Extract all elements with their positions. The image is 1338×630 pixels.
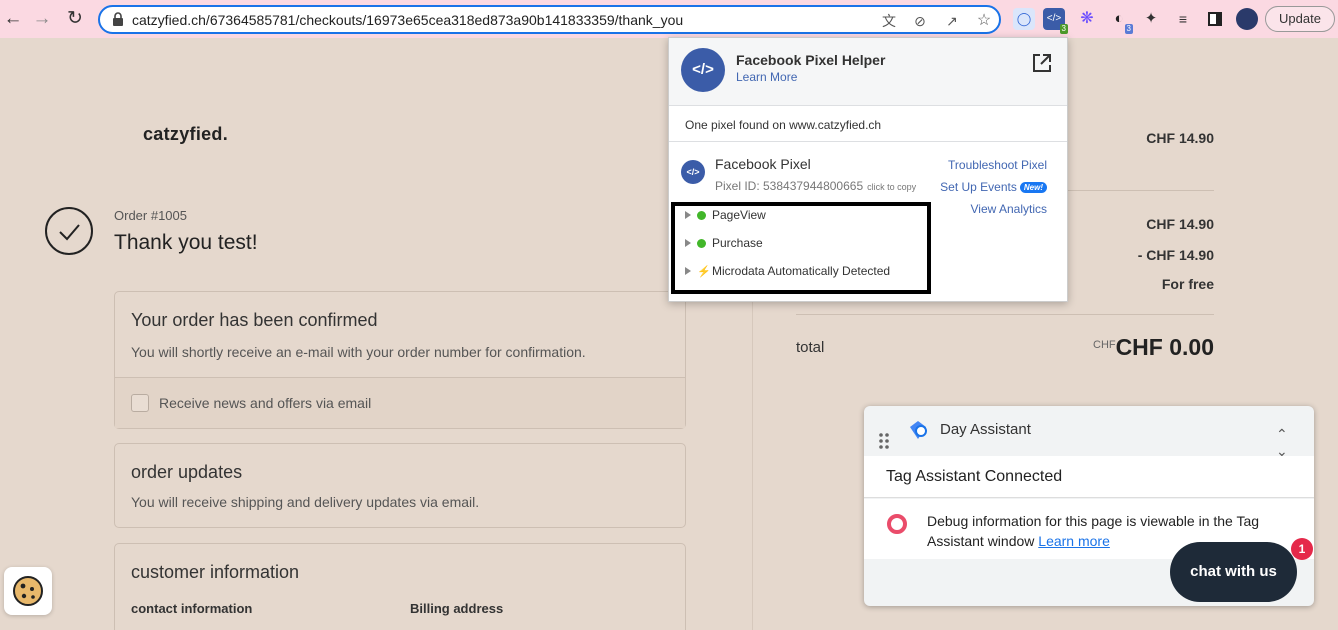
expand-arrow-icon[interactable] bbox=[685, 211, 691, 219]
order-confirmed-box: Your order has been confirmed You will s… bbox=[114, 291, 686, 429]
debug-ring-icon bbox=[887, 514, 907, 534]
puzzle-icon[interactable]: ✦ bbox=[1140, 8, 1162, 30]
pixel-helper-popup: </> Facebook Pixel Helper Learn More One… bbox=[668, 37, 1068, 302]
total-label: total bbox=[796, 339, 825, 356]
pixel-id-text[interactable]: Pixel ID: 538437944800665 bbox=[715, 179, 863, 193]
event-label: PageView bbox=[712, 208, 766, 222]
pixel-helper-title: Facebook Pixel Helper bbox=[736, 52, 886, 68]
total-currency: CHF bbox=[1093, 339, 1116, 351]
billing-address-heading: Billing address bbox=[410, 601, 504, 616]
collapse-icon[interactable]: ⌃ ⌄ bbox=[1276, 426, 1288, 460]
item-price: CHF 14.90 bbox=[1146, 130, 1214, 146]
order-updates-box: order updates You will receive shipping … bbox=[114, 443, 686, 528]
forward-icon[interactable]: → bbox=[31, 8, 53, 30]
shipping-value: For free bbox=[1161, 276, 1214, 292]
lock-icon[interactable] bbox=[111, 12, 125, 27]
subtotal-value: CHF 14.90 bbox=[1146, 216, 1214, 232]
event-pageview[interactable]: PageView bbox=[685, 208, 766, 224]
expand-arrow-icon[interactable] bbox=[685, 267, 691, 275]
event-label: Microdata Automatically Detected bbox=[712, 264, 891, 278]
discount-value: - CHF 14.90 bbox=[1137, 247, 1214, 263]
pixel-name: Facebook Pixel bbox=[715, 156, 811, 172]
newsletter-label[interactable]: Receive news and offers via email bbox=[159, 395, 371, 411]
box-text: You will shortly receive an e-mail with … bbox=[131, 344, 586, 360]
pixel-helper-badge: 3 bbox=[1059, 24, 1068, 34]
box-title: customer information bbox=[131, 562, 300, 582]
view-analytics-link[interactable]: View Analytics bbox=[971, 202, 1047, 216]
success-check-icon bbox=[697, 239, 706, 248]
event-microdata[interactable]: ⚡Microdata Automatically Detected bbox=[685, 264, 890, 280]
chat-notification-badge: 1 bbox=[1291, 538, 1313, 560]
event-purchase[interactable]: Purchase bbox=[685, 236, 763, 252]
lightning-icon: ⚡ bbox=[697, 266, 711, 278]
pixel-id[interactable]: Pixel ID: 538437944800665 click to copy bbox=[715, 179, 916, 193]
connection-status: Tag Assistant Connected bbox=[864, 456, 1314, 498]
divider bbox=[796, 314, 1214, 315]
share-icon[interactable]: ↗ bbox=[942, 11, 962, 31]
pixel-found-row: One pixel found on www.catzyfied.ch bbox=[669, 106, 1067, 142]
pixel-helper-icon[interactable]: </> 3 bbox=[1043, 8, 1068, 34]
thank-you-heading: Thank you test! bbox=[114, 231, 258, 254]
side-panel-icon[interactable] bbox=[1204, 8, 1226, 30]
reload-icon[interactable]: ↻ bbox=[64, 8, 86, 30]
expand-arrow-icon[interactable] bbox=[685, 239, 691, 247]
address-bar[interactable]: catzyfied.ch/67364585781/checkouts/16973… bbox=[98, 5, 1001, 34]
update-button[interactable]: Update bbox=[1265, 6, 1335, 32]
drag-handle-icon[interactable] bbox=[878, 433, 890, 449]
customer-info-box: customer information contact information… bbox=[114, 543, 686, 630]
profile-avatar[interactable] bbox=[1236, 8, 1258, 30]
chat-with-us-button[interactable]: chat with us bbox=[1170, 542, 1297, 602]
newsletter-checkbox[interactable] bbox=[131, 394, 149, 412]
pixel-events-list: PageView Purchase ⚡Microdata Automatical… bbox=[671, 202, 931, 294]
success-check-icon bbox=[697, 211, 706, 220]
pixel-found-text: One pixel found on www.catzyfied.ch bbox=[685, 118, 882, 132]
set-up-events-label[interactable]: Set Up Events bbox=[940, 180, 1017, 194]
cookie-settings-button[interactable] bbox=[4, 567, 52, 615]
asterisk-icon[interactable]: ❋ bbox=[1076, 8, 1098, 30]
reading-list-icon[interactable]: ≡ bbox=[1172, 8, 1194, 30]
url-text[interactable]: catzyfied.ch/67364585781/checkouts/16973… bbox=[132, 12, 683, 28]
order-number: Order #1005 bbox=[114, 208, 187, 223]
learn-more-link[interactable]: Learn more bbox=[1038, 533, 1110, 549]
troubleshoot-pixel-link[interactable]: Troubleshoot Pixel bbox=[948, 158, 1047, 172]
cookie-icon bbox=[13, 576, 43, 606]
back-icon[interactable]: ← bbox=[2, 8, 24, 30]
set-up-events-link[interactable]: Set Up Events New! bbox=[940, 180, 1047, 194]
eye-off-icon[interactable]: ⊘ bbox=[910, 11, 930, 31]
click-to-copy[interactable]: click to copy bbox=[867, 182, 916, 192]
open-external-icon[interactable] bbox=[1031, 52, 1053, 74]
tag-assistant-logo-icon bbox=[910, 421, 927, 439]
shop-logo[interactable]: catzyfied. bbox=[143, 124, 228, 145]
event-label: Purchase bbox=[712, 236, 763, 250]
box-title: Your order has been confirmed bbox=[131, 310, 378, 330]
day-assistant-title: Day Assistant bbox=[940, 421, 1031, 438]
box-title: order updates bbox=[131, 462, 243, 482]
total-value: CHF 0.00 bbox=[1115, 334, 1214, 360]
translate-icon[interactable]: 文 bbox=[879, 11, 899, 31]
analytics-icon[interactable]: ◐ 3 bbox=[1108, 8, 1133, 34]
check-circle-icon bbox=[45, 207, 93, 255]
tag-assistant-icon[interactable]: ◯ bbox=[1013, 8, 1035, 30]
analytics-badge: 3 bbox=[1124, 24, 1133, 34]
pixel-helper-header: </> Facebook Pixel Helper Learn More bbox=[669, 38, 1067, 106]
pixel-helper-logo-icon: </> bbox=[681, 48, 725, 92]
connection-status-text: Tag Assistant Connected bbox=[886, 468, 1063, 485]
browser-toolbar: ← → ↻ catzyfied.ch/67364585781/checkouts… bbox=[0, 0, 1338, 38]
new-badge: New! bbox=[1019, 182, 1047, 193]
newsletter-row: Receive news and offers via email bbox=[115, 378, 685, 428]
box-text: You will receive shipping and delivery u… bbox=[131, 494, 480, 510]
pixel-logo-icon: </> bbox=[681, 160, 705, 184]
learn-more-link[interactable]: Learn More bbox=[736, 70, 797, 84]
star-icon[interactable]: ☆ bbox=[974, 11, 994, 31]
contact-info-heading: contact information bbox=[131, 601, 253, 616]
